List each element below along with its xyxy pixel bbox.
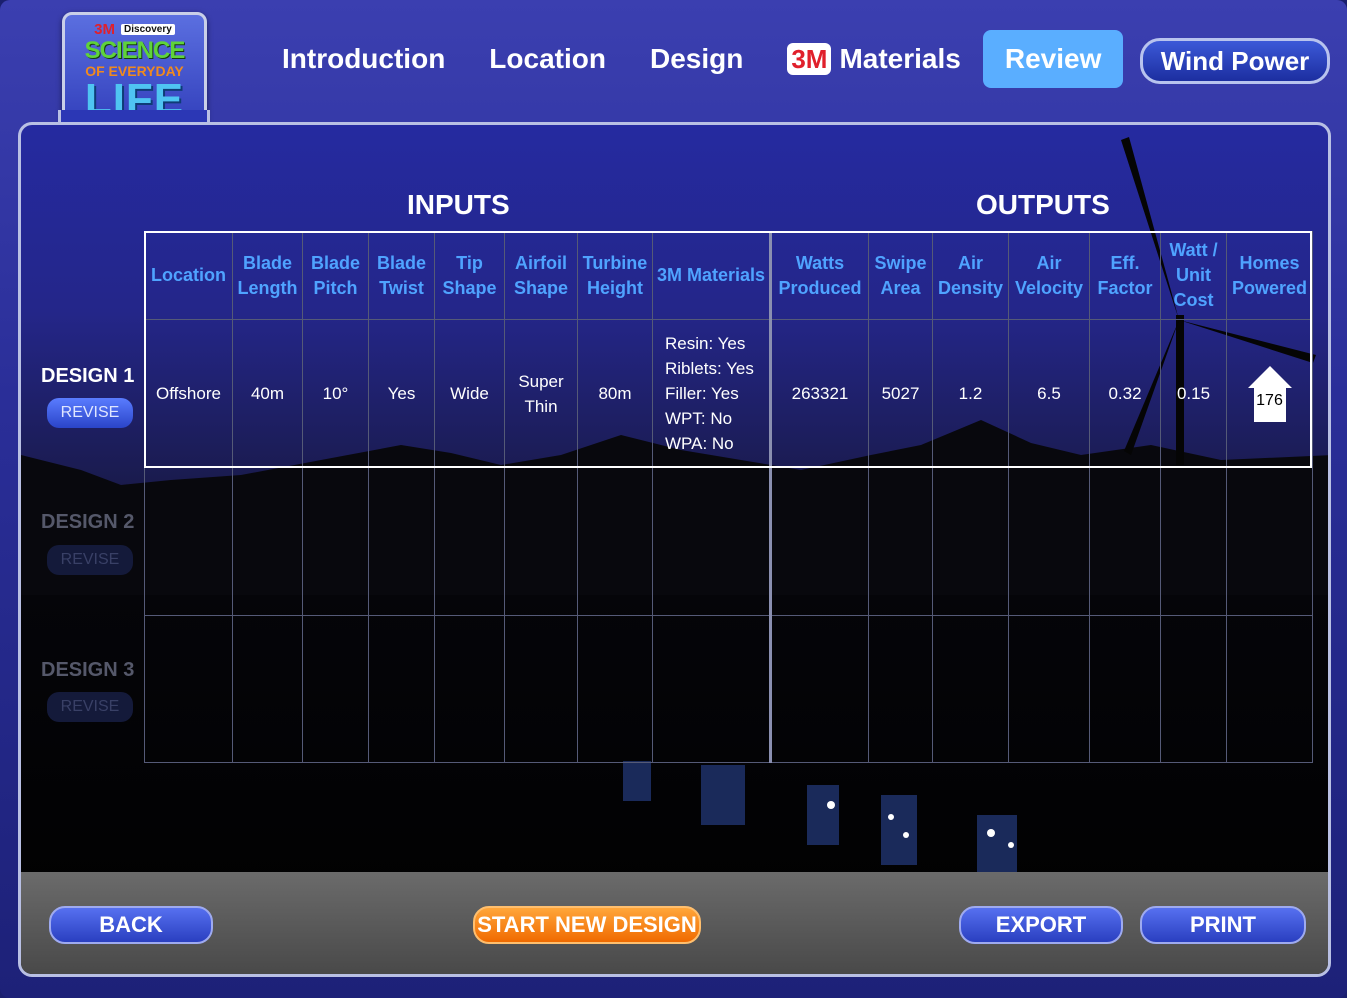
homes-powered-value: 176 [1256, 391, 1283, 409]
col-header-swipe-area: Swipe Area [868, 230, 933, 321]
col-header-air-velocity: Air Velocity [1008, 230, 1090, 321]
col-header-tip-shape: Tip Shape [434, 230, 505, 321]
back-button[interactable]: BACK [49, 906, 213, 944]
cell-3m-materials: Resin: Yes Riblets: Yes Filler: Yes WPT:… [652, 319, 772, 469]
design-3-row [144, 614, 1313, 764]
material-wpa: WPA: No [665, 434, 734, 454]
design-2-row [144, 467, 1313, 616]
col-header-airfoil-shape: Airfoil Shape [504, 230, 578, 321]
3m-logo-icon: 3M [787, 43, 832, 75]
top-nav: Introduction Location Design 3M Material… [260, 30, 1124, 88]
tab-introduction[interactable]: Introduction [260, 30, 467, 88]
material-resin: Resin: Yes [665, 334, 746, 354]
col-header-blade-length: Blade Length [232, 230, 303, 321]
outputs-heading: OUTPUTS [976, 189, 1110, 220]
tab-materials[interactable]: 3M Materials [765, 30, 983, 88]
col-header-turbine-height: Turbine Height [577, 230, 653, 321]
start-new-design-button[interactable]: START NEW DESIGN [473, 906, 701, 944]
logo-3m-text: 3M [94, 21, 116, 38]
cell-blade-length: 40m [232, 319, 303, 469]
tab-introduction-label: Introduction [282, 43, 446, 74]
material-wpt: WPT: No [665, 409, 733, 429]
table-header-row: Location Blade Length Blade Pitch Blade … [144, 230, 1313, 321]
material-riblets: Riblets: Yes [665, 359, 754, 379]
houses-silhouette [623, 761, 1017, 875]
tab-design-label: Design [649, 43, 744, 74]
design-3-revise-button[interactable]: REVISE [47, 692, 133, 722]
logo-line1: SCIENCE [84, 37, 186, 64]
cell-homes-powered: 176 [1226, 319, 1313, 469]
cell-eff-factor: 0.32 [1089, 319, 1161, 469]
cell-tip-shape: Wide [434, 319, 505, 469]
col-header-3m-materials: 3M Materials [652, 230, 772, 321]
cell-air-density: 1.2 [932, 319, 1009, 469]
bottom-toolbar: BACK START NEW DESIGN EXPORT PRINT [21, 872, 1328, 974]
app-window: 3M Discovery SCIENCE OF EVERYDAY LIFE In… [0, 0, 1347, 998]
cell-location: Offshore [144, 319, 233, 469]
tab-review-label: Review [1004, 43, 1102, 74]
print-button[interactable]: PRINT [1140, 906, 1306, 944]
col-header-location: Location [144, 230, 233, 321]
col-header-blade-pitch: Blade Pitch [302, 230, 369, 321]
logo-brands: 3M Discovery [65, 21, 204, 38]
tab-location-label: Location [489, 43, 606, 74]
review-panel: INPUTS OUTPUTS Location Blade Length Bla… [18, 122, 1331, 977]
col-header-blade-twist: Blade Twist [368, 230, 435, 321]
inputs-heading: INPUTS [407, 189, 510, 220]
design-3-label: DESIGN 3 [41, 659, 135, 681]
cell-watts-produced: 263321 [770, 319, 869, 469]
col-header-watts-produced: Watts Produced [770, 230, 869, 321]
design-2-revise-button[interactable]: REVISE [47, 545, 133, 575]
col-header-homes-powered: Homes Powered [1226, 230, 1313, 321]
logo-discovery-text: Discovery [121, 24, 175, 35]
col-header-watt-unit-cost: Watt / Unit Cost [1160, 230, 1227, 321]
cell-turbine-height: 80m [577, 319, 653, 469]
tab-location[interactable]: Location [467, 30, 628, 88]
material-filler: Filler: Yes [665, 384, 739, 404]
col-header-air-density: Air Density [932, 230, 1009, 321]
wind-power-button[interactable]: Wind Power [1140, 38, 1330, 84]
tab-design[interactable]: Design [628, 30, 765, 88]
design-1-revise-button[interactable]: REVISE [47, 398, 133, 428]
design-1-label: DESIGN 1 [41, 365, 135, 387]
design-1-row: Offshore 40m 10° Yes Wide Super Thin 80m… [144, 319, 1313, 469]
cell-blade-twist: Yes [368, 319, 435, 469]
tab-review[interactable]: Review [982, 30, 1124, 88]
cell-watt-unit-cost: 0.15 [1160, 319, 1227, 469]
cell-swipe-area: 5027 [868, 319, 933, 469]
review-table: Location Blade Length Blade Pitch Blade … [144, 230, 1313, 764]
house-icon: 176 [1246, 364, 1294, 424]
cell-air-velocity: 6.5 [1008, 319, 1090, 469]
export-button[interactable]: EXPORT [959, 906, 1123, 944]
cell-blade-pitch: 10° [302, 319, 369, 469]
tab-materials-label: Materials [839, 43, 961, 74]
design-2-label: DESIGN 2 [41, 511, 135, 533]
cell-airfoil-shape: Super Thin [504, 319, 578, 469]
col-header-eff-factor: Eff. Factor [1089, 230, 1161, 321]
